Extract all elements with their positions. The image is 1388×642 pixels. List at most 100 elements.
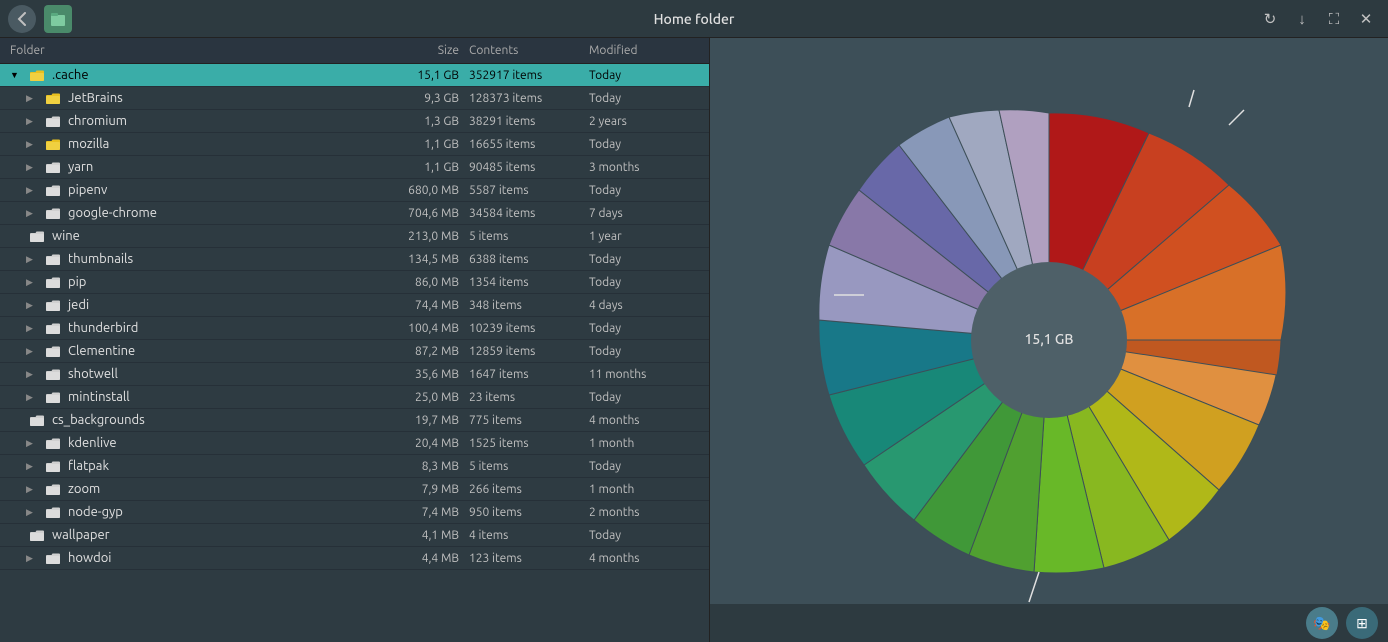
modified-cell: Today xyxy=(589,69,699,82)
titlebar-left xyxy=(8,5,72,33)
expand-arrow[interactable]: ▶ xyxy=(26,93,38,104)
sunburst-chart: 15,1 GB xyxy=(749,45,1349,635)
fullscreen-button[interactable]: ⛶ xyxy=(1320,5,1348,33)
expand-arrow[interactable]: ▶ xyxy=(26,392,38,403)
table-row[interactable]: ▶ google-chrome 704,6 MB 34584 items 7 d… xyxy=(0,202,709,225)
table-row[interactable]: ▶ Clementine 87,2 MB 12859 items Today xyxy=(0,340,709,363)
contents-cell: 950 items xyxy=(469,506,589,519)
table-row[interactable]: ▶ thunderbird 100,4 MB 10239 items Today xyxy=(0,317,709,340)
download-button[interactable]: ↓ xyxy=(1288,5,1316,33)
folder-name: howdoi xyxy=(68,551,111,565)
folder-name: chromium xyxy=(68,114,127,128)
table-row[interactable]: ▶ thumbnails 134,5 MB 6388 items Today xyxy=(0,248,709,271)
table-row[interactable]: ▶ jedi 74,4 MB 348 items 4 days xyxy=(0,294,709,317)
table-row[interactable]: ▶ yarn 1,1 GB 90485 items 3 months xyxy=(0,156,709,179)
folder-icon xyxy=(44,344,62,358)
grid-button[interactable]: ⊞ xyxy=(1346,607,1378,639)
table-row[interactable]: ▶ chromium 1,3 GB 38291 items 2 years xyxy=(0,110,709,133)
expand-arrow[interactable]: ▶ xyxy=(26,484,38,495)
table-row[interactable]: ▶ flatpak 8,3 MB 5 items Today xyxy=(0,455,709,478)
folder-name: yarn xyxy=(68,160,93,174)
titlebar: Home folder ↻ ↓ ⛶ ✕ xyxy=(0,0,1388,38)
contents-cell: 775 items xyxy=(469,414,589,427)
folder-name: node-gyp xyxy=(68,505,123,519)
folder-icon xyxy=(44,390,62,404)
modified-cell: 1 year xyxy=(589,230,699,243)
refresh-button[interactable]: ↻ xyxy=(1256,5,1284,33)
folder-icon xyxy=(44,551,62,565)
folder-name: wallpaper xyxy=(52,528,110,542)
expand-arrow[interactable]: ▶ xyxy=(26,185,38,196)
table-row[interactable]: ▶ mozilla 1,1 GB 16655 items Today xyxy=(0,133,709,156)
expand-arrow[interactable]: ▶ xyxy=(26,162,38,173)
size-cell: 4,4 MB xyxy=(369,552,469,565)
folder-icon xyxy=(44,160,62,174)
table-row[interactable]: ▶ JetBrains 9,3 GB 128373 items Today xyxy=(0,87,709,110)
folder-name: zoom xyxy=(68,482,100,496)
folder-icon xyxy=(44,298,62,312)
folder-icon xyxy=(44,252,62,266)
modified-cell: Today xyxy=(589,92,699,105)
size-cell: 86,0 MB xyxy=(369,276,469,289)
contents-cell: 123 items xyxy=(469,552,589,565)
folder-name: flatpak xyxy=(68,459,109,473)
size-cell: 35,6 MB xyxy=(369,368,469,381)
table-row[interactable]: ▶ zoom 7,9 MB 266 items 1 month xyxy=(0,478,709,501)
col-size: Size xyxy=(369,44,469,57)
table-row[interactable]: ▶ howdoi 4,4 MB 123 items 4 months xyxy=(0,547,709,570)
folder-icon xyxy=(44,206,62,220)
folder-icon xyxy=(44,91,62,105)
folder-name: mintinstall xyxy=(68,390,130,404)
expand-arrow[interactable]: ▶ xyxy=(26,507,38,518)
table-row[interactable]: ▶ node-gyp 7,4 MB 950 items 2 months xyxy=(0,501,709,524)
size-cell: 7,4 MB xyxy=(369,506,469,519)
size-cell: 19,7 MB xyxy=(369,414,469,427)
expand-arrow[interactable]: ▶ xyxy=(26,438,38,449)
folder-icon xyxy=(44,482,62,496)
contents-cell: 4 items xyxy=(469,529,589,542)
col-contents: Contents xyxy=(469,44,589,57)
modified-cell: Today xyxy=(589,391,699,404)
col-folder: Folder xyxy=(10,44,369,57)
expand-arrow[interactable]: ▶ xyxy=(26,553,38,564)
expand-arrow[interactable]: ▶ xyxy=(26,254,38,265)
expand-arrow[interactable]: ▶ xyxy=(26,277,38,288)
back-button[interactable] xyxy=(8,5,36,33)
expand-arrow[interactable]: ▶ xyxy=(26,369,38,380)
size-cell: 7,9 MB xyxy=(369,483,469,496)
expand-arrow[interactable]: ▼ xyxy=(10,70,22,80)
table-row[interactable]: ▶ pip 86,0 MB 1354 items Today xyxy=(0,271,709,294)
modified-cell: 1 month xyxy=(589,483,699,496)
expand-arrow[interactable]: ▶ xyxy=(26,461,38,472)
table-row[interactable]: wine 213,0 MB 5 items 1 year xyxy=(0,225,709,248)
table-row[interactable]: ▶ kdenlive 20,4 MB 1525 items 1 month xyxy=(0,432,709,455)
expand-arrow[interactable]: ▶ xyxy=(26,208,38,219)
table-row[interactable]: wallpaper 4,1 MB 4 items Today xyxy=(0,524,709,547)
col-modified: Modified xyxy=(589,44,699,57)
close-button[interactable]: ✕ xyxy=(1352,5,1380,33)
table-row[interactable]: ▼ .cache 15,1 GB 352917 items Today xyxy=(0,64,709,87)
modified-cell: Today xyxy=(589,184,699,197)
expand-arrow[interactable]: ▶ xyxy=(26,346,38,357)
expand-arrow[interactable]: ▶ xyxy=(26,116,38,127)
expand-arrow[interactable]: ▶ xyxy=(26,300,38,311)
contents-cell: 352917 items xyxy=(469,69,589,82)
titlebar-controls: ↻ ↓ ⛶ ✕ xyxy=(1256,5,1380,33)
table-row[interactable]: cs_backgrounds 19,7 MB 775 items 4 month… xyxy=(0,409,709,432)
folder-icon xyxy=(44,137,62,151)
contents-cell: 348 items xyxy=(469,299,589,312)
avatar-button[interactable]: 🎭 xyxy=(1306,607,1338,639)
size-cell: 100,4 MB xyxy=(369,322,469,335)
modified-cell: Today xyxy=(589,138,699,151)
expand-arrow[interactable]: ▶ xyxy=(26,323,38,334)
table-row[interactable]: ▶ mintinstall 25,0 MB 23 items Today xyxy=(0,386,709,409)
size-cell: 704,6 MB xyxy=(369,207,469,220)
size-cell: 213,0 MB xyxy=(369,230,469,243)
contents-cell: 6388 items xyxy=(469,253,589,266)
table-row[interactable]: ▶ shotwell 35,6 MB 1647 items 11 months xyxy=(0,363,709,386)
contents-cell: 266 items xyxy=(469,483,589,496)
expand-arrow[interactable]: ▶ xyxy=(26,139,38,150)
table-row[interactable]: ▶ pipenv 680,0 MB 5587 items Today xyxy=(0,179,709,202)
folder-icon xyxy=(28,413,46,427)
folder-icon xyxy=(44,114,62,128)
